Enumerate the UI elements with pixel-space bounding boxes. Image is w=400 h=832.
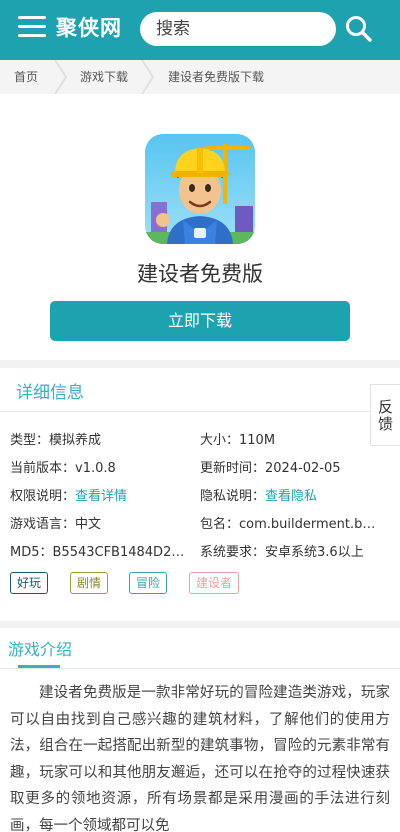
top-header: 聚侠网 [0,0,400,60]
breadcrumb-separator-icon [141,60,155,94]
tab-indicator [18,665,60,668]
info-version: 当前版本：v1.0.8 [10,461,116,476]
breadcrumb-home[interactable]: 首页 [14,60,38,94]
menu-icon[interactable] [18,14,46,38]
download-button[interactable]: 立即下载 [50,301,350,341]
privacy-link[interactable]: 查看隐私 [265,489,317,504]
divider [0,411,400,412]
search-icon[interactable] [344,14,374,44]
info-update-time: 更新时间：2024-02-05 [200,461,341,476]
breadcrumb-current: 建设者免费版下载 [168,70,265,84]
info-language: 游戏语言：中文 [10,517,102,532]
info-size: 大小：110M [200,433,276,448]
site-logo[interactable]: 聚侠网 [56,12,122,42]
breadcrumb: 首页 游戏下载 建设者免费版下载 [0,60,400,94]
detail-section: 详细信息 类型：模拟养成 大小：110M 当前版本：v1.0.8 更新时间：20… [0,368,400,621]
tag-story[interactable]: 剧情 [70,572,109,594]
info-package: 包名：com.builderment.b… [200,517,376,532]
info-type: 类型：模拟养成 [10,433,102,448]
tag-builder[interactable]: 建设者 [189,572,240,594]
intro-text: 建设者免费版是一款非常好玩的冒险建造类游戏，玩家可以自由找到自己感兴趣的建筑材料… [10,685,390,832]
detail-title: 详细信息 [16,383,84,403]
breadcrumb-separator-icon [54,60,68,94]
info-permissions: 权限说明：查看详情 [10,489,128,504]
info-md5: MD5：B5543CFB1484D2… [10,545,185,560]
app-title: 建设者免费版 [137,262,263,286]
app-card: 建设者免费版 立即下载 [0,94,400,360]
breadcrumb-game-download[interactable]: 游戏下载 [80,60,128,94]
tag-fun[interactable]: 好玩 [10,572,49,594]
permissions-link[interactable]: 查看详情 [75,489,127,504]
intro-tab[interactable]: 游戏介绍 [8,636,72,660]
divider [0,668,400,669]
info-privacy: 隐私说明：查看隐私 [200,489,318,504]
app-icon [145,134,255,244]
intro-section: 游戏介绍 建设者免费版是一款非常好玩的冒险建造类游戏，玩家可以自由找到自己感兴趣… [0,628,400,832]
search-input[interactable] [140,12,336,46]
tag-adventure[interactable]: 冒险 [129,572,168,594]
info-requirements: 系统要求：安卓系统3.6以上 [200,545,364,560]
feedback-button[interactable]: 反馈 [370,384,400,446]
